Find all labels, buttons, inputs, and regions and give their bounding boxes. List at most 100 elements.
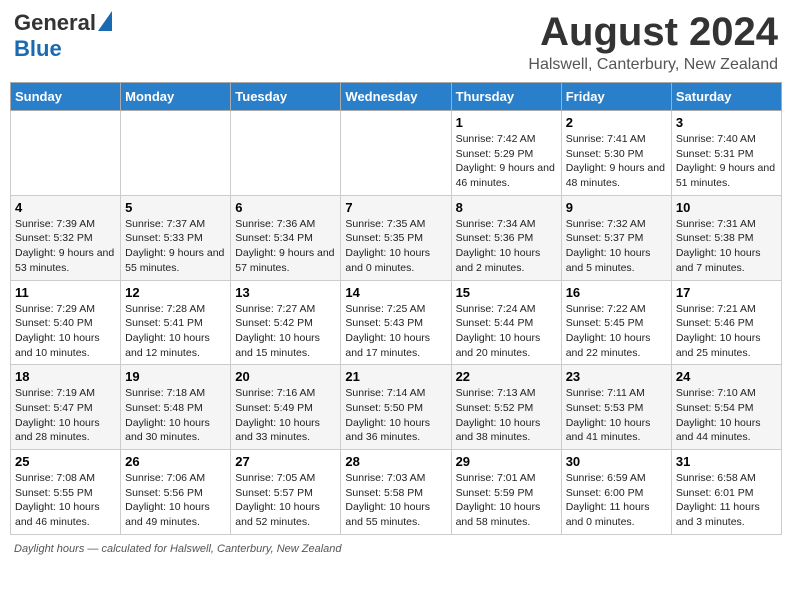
calendar-table: SundayMondayTuesdayWednesdayThursdayFrid… (10, 82, 782, 535)
calendar-cell: 24 Sunrise: 7:10 AMSunset: 5:54 PMDayligh… (671, 365, 781, 450)
calendar-cell (121, 111, 231, 196)
day-info: Sunrise: 7:27 AMSunset: 5:42 PMDaylight:… (235, 302, 336, 361)
day-number: 21 (345, 369, 446, 384)
footer-location: Halswell, Canterbury, New Zealand (170, 543, 342, 555)
logo-blue-text: Blue (14, 36, 62, 62)
day-number: 17 (676, 285, 777, 300)
calendar-weekday-friday: Friday (561, 83, 671, 111)
day-info: Sunrise: 7:21 AMSunset: 5:46 PMDaylight:… (676, 302, 777, 361)
calendar-cell: 11Sunrise: 7:29 AMSunset: 5:40 PMDayligh… (11, 280, 121, 365)
calendar-cell: 26 Sunrise: 7:06 AMSunset: 5:56 PMDayligh… (121, 450, 231, 535)
day-info: Sunrise: 7:35 AMSunset: 5:35 PMDaylight:… (345, 217, 446, 276)
day-number: 29 (456, 454, 557, 469)
day-number: 25 (15, 454, 116, 469)
calendar-cell (341, 111, 451, 196)
day-info: Sunrise: 7:05 AMSunset: 5:57 PMDaylight:… (235, 471, 336, 530)
day-info: Sunrise: 7:42 AMSunset: 5:29 PMDaylight:… (456, 132, 557, 191)
day-info: Sunrise: 7:41 AMSunset: 5:30 PMDaylight:… (566, 132, 667, 191)
calendar-cell: 19 Sunrise: 7:18 AMSunset: 5:48 PMDayligh… (121, 365, 231, 450)
day-info: Sunrise: 7:13 AMSunset: 5:52 PMDaylight:… (456, 386, 557, 445)
day-info: Sunrise: 7:25 AMSunset: 5:43 PMDaylight:… (345, 302, 446, 361)
calendar-cell: 21 Sunrise: 7:14 AMSunset: 5:50 PMDayligh… (341, 365, 451, 450)
day-number: 13 (235, 285, 336, 300)
calendar-cell: 9 Sunrise: 7:32 AMSunset: 5:37 PMDaylight… (561, 195, 671, 280)
day-number: 5 (125, 200, 226, 215)
day-info: Sunrise: 7:19 AMSunset: 5:47 PMDaylight:… (15, 386, 116, 445)
day-info: Sunrise: 7:11 AMSunset: 5:53 PMDaylight:… (566, 386, 667, 445)
day-info: Sunrise: 7:32 AMSunset: 5:37 PMDaylight:… (566, 217, 667, 276)
calendar-weekday-tuesday: Tuesday (231, 83, 341, 111)
daylight-hours-label: Daylight hours (14, 543, 84, 555)
calendar-weekday-thursday: Thursday (451, 83, 561, 111)
calendar-cell: 14 Sunrise: 7:25 AMSunset: 5:43 PMDayligh… (341, 280, 451, 365)
day-info: Sunrise: 7:18 AMSunset: 5:48 PMDaylight:… (125, 386, 226, 445)
month-title: August 2024 (528, 10, 778, 54)
day-number: 16 (566, 285, 667, 300)
calendar-weekday-sunday: Sunday (11, 83, 121, 111)
day-info: Sunrise: 6:58 AMSunset: 6:01 PMDaylight:… (676, 471, 777, 530)
logo-general-text: General (14, 10, 96, 36)
calendar-cell: 4Sunrise: 7:39 AMSunset: 5:32 PMDaylight… (11, 195, 121, 280)
footer-note: Daylight hours — calculated for Halswell… (10, 543, 782, 555)
calendar-cell: 7 Sunrise: 7:35 AMSunset: 5:35 PMDaylight… (341, 195, 451, 280)
day-info: Sunrise: 7:01 AMSunset: 5:59 PMDaylight:… (456, 471, 557, 530)
day-number: 22 (456, 369, 557, 384)
day-number: 18 (15, 369, 116, 384)
calendar-cell: 1Sunrise: 7:42 AMSunset: 5:29 PMDaylight… (451, 111, 561, 196)
day-info: Sunrise: 7:40 AMSunset: 5:31 PMDaylight:… (676, 132, 777, 191)
calendar-week-row: 1Sunrise: 7:42 AMSunset: 5:29 PMDaylight… (11, 111, 782, 196)
day-info: Sunrise: 7:14 AMSunset: 5:50 PMDaylight:… (345, 386, 446, 445)
calendar-cell: 25 Sunrise: 7:08 AMSunset: 5:55 PMDayligh… (11, 450, 121, 535)
day-number: 26 (125, 454, 226, 469)
day-number: 3 (676, 115, 777, 130)
title-area: August 2024 Halswell, Canterbury, New Ze… (528, 10, 778, 74)
day-info: Sunrise: 7:10 AMSunset: 5:54 PMDaylight:… (676, 386, 777, 445)
calendar-cell: 10 Sunrise: 7:31 AMSunset: 5:38 PMDayligh… (671, 195, 781, 280)
day-number: 20 (235, 369, 336, 384)
calendar-cell: 20Sunrise: 7:16 AMSunset: 5:49 PMDayligh… (231, 365, 341, 450)
day-number: 2 (566, 115, 667, 130)
logo-icon (98, 11, 112, 31)
calendar-weekday-saturday: Saturday (671, 83, 781, 111)
calendar-header-row: SundayMondayTuesdayWednesdayThursdayFrid… (11, 83, 782, 111)
day-number: 12 (125, 285, 226, 300)
day-number: 10 (676, 200, 777, 215)
calendar-cell: 28Sunrise: 7:03 AMSunset: 5:58 PMDayligh… (341, 450, 451, 535)
calendar-cell: 23Sunrise: 7:11 AMSunset: 5:53 PMDayligh… (561, 365, 671, 450)
day-number: 15 (456, 285, 557, 300)
day-info: Sunrise: 7:36 AMSunset: 5:34 PMDaylight:… (235, 217, 336, 276)
day-number: 6 (235, 200, 336, 215)
day-number: 14 (345, 285, 446, 300)
day-number: 24 (676, 369, 777, 384)
calendar-cell: 6 Sunrise: 7:36 AMSunset: 5:34 PMDaylight… (231, 195, 341, 280)
day-number: 19 (125, 369, 226, 384)
day-number: 11 (15, 285, 116, 300)
calendar-cell: 31Sunrise: 6:58 AMSunset: 6:01 PMDayligh… (671, 450, 781, 535)
day-number: 9 (566, 200, 667, 215)
calendar-cell: 15Sunrise: 7:24 AMSunset: 5:44 PMDayligh… (451, 280, 561, 365)
calendar-cell: 2 Sunrise: 7:41 AMSunset: 5:30 PMDaylight… (561, 111, 671, 196)
day-info: Sunrise: 7:06 AMSunset: 5:56 PMDaylight:… (125, 471, 226, 530)
day-info: Sunrise: 7:31 AMSunset: 5:38 PMDaylight:… (676, 217, 777, 276)
calendar-cell: 27 Sunrise: 7:05 AMSunset: 5:57 PMDayligh… (231, 450, 341, 535)
day-info: Sunrise: 7:08 AMSunset: 5:55 PMDaylight:… (15, 471, 116, 530)
day-number: 27 (235, 454, 336, 469)
day-info: Sunrise: 7:37 AMSunset: 5:33 PMDaylight:… (125, 217, 226, 276)
day-info: Sunrise: 7:22 AMSunset: 5:45 PMDaylight:… (566, 302, 667, 361)
day-info: Sunrise: 7:34 AMSunset: 5:36 PMDaylight:… (456, 217, 557, 276)
calendar-cell: 13 Sunrise: 7:27 AMSunset: 5:42 PMDayligh… (231, 280, 341, 365)
day-number: 7 (345, 200, 446, 215)
calendar-cell: 29 Sunrise: 7:01 AMSunset: 5:59 PMDayligh… (451, 450, 561, 535)
calendar-cell: 8 Sunrise: 7:34 AMSunset: 5:36 PMDaylight… (451, 195, 561, 280)
calendar-week-row: 4Sunrise: 7:39 AMSunset: 5:32 PMDaylight… (11, 195, 782, 280)
calendar-weekday-wednesday: Wednesday (341, 83, 451, 111)
day-info: Sunrise: 6:59 AMSunset: 6:00 PMDaylight:… (566, 471, 667, 530)
calendar-cell: 5 Sunrise: 7:37 AMSunset: 5:33 PMDaylight… (121, 195, 231, 280)
calendar-cell: 16 Sunrise: 7:22 AMSunset: 5:45 PMDayligh… (561, 280, 671, 365)
day-number: 4 (15, 200, 116, 215)
calendar-cell (231, 111, 341, 196)
location-title: Halswell, Canterbury, New Zealand (528, 56, 778, 74)
calendar-cell: 30Sunrise: 6:59 AMSunset: 6:00 PMDayligh… (561, 450, 671, 535)
logo: General Blue (14, 10, 112, 62)
day-number: 8 (456, 200, 557, 215)
